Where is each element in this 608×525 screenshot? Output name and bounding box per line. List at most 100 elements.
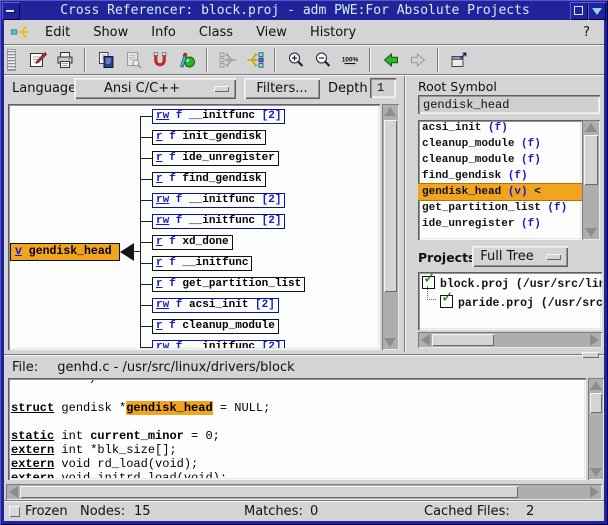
- symbol-list[interactable]: acsi_init (f)cleanup_module (f)cleanup_m…: [418, 120, 582, 240]
- menu-edit[interactable]: Edit: [36, 22, 79, 43]
- keyword: extern: [11, 457, 54, 471]
- toolbar-grip[interactable]: [7, 49, 16, 71]
- graph-vertical-scrollbar[interactable]: [382, 104, 399, 350]
- scroll-down-icon[interactable]: [590, 468, 602, 477]
- graph-node-get_partition_list[interactable]: r f get_partition_list: [152, 277, 305, 292]
- scroll-left-icon[interactable]: [9, 486, 18, 498]
- menu-class[interactable]: Class: [190, 22, 242, 43]
- symbol-list-item-find_gendisk[interactable]: find_gendisk (f): [418, 168, 582, 184]
- scroll-left-icon[interactable]: [421, 334, 430, 346]
- project-view-select[interactable]: Full Tree: [472, 246, 568, 267]
- kind-label: f: [163, 173, 183, 185]
- properties-button[interactable]: [446, 48, 471, 72]
- depth-input[interactable]: 1: [370, 78, 396, 98]
- graph-node-find_gendisk[interactable]: r f find_gendisk: [152, 172, 266, 187]
- symbol-list-vertical-scrollbar[interactable]: [582, 120, 600, 240]
- language-label: Language: [12, 81, 76, 96]
- matches-label: Matches:: [244, 504, 303, 519]
- graph-canvas[interactable]: rw f __initfunc [2] r f init_gendiskr f i…: [8, 104, 380, 350]
- code-horizontal-scrollbar-thumb[interactable]: [20, 486, 518, 498]
- zoom-in-button[interactable]: [283, 48, 308, 72]
- print-button[interactable]: [52, 48, 77, 72]
- symbol-list-item-gendisk_head[interactable]: gendisk_head (v) <: [418, 184, 582, 200]
- graph-edge: [140, 263, 152, 264]
- frozen-checkbox[interactable]: [9, 506, 20, 517]
- help-menu[interactable]: ?: [569, 22, 604, 43]
- projects-tree[interactable]: ✓ block.proj (/usr/src/lin ✓paride.proj (/…: [418, 272, 602, 330]
- check-icon: ✓: [441, 290, 454, 305]
- copy-button[interactable]: [93, 48, 118, 72]
- graph-node-__initfunc[interactable]: r f __initfunc: [152, 256, 252, 271]
- graph-root-node[interactable]: v gendisk_head: [10, 243, 120, 261]
- expand-tree-button[interactable]: [242, 48, 267, 72]
- graph-scrollbar-thumb[interactable]: [384, 120, 397, 292]
- menu-history[interactable]: History: [301, 22, 365, 43]
- colorize-button[interactable]: [174, 48, 199, 72]
- symbol-list-scrollbar-thumb[interactable]: [584, 135, 598, 185]
- minimize-button[interactable]: [2, 2, 20, 20]
- project-item-paride.proj[interactable]: ✓paride.proj (/usr/src: [440, 295, 602, 311]
- edit-button[interactable]: [25, 48, 50, 72]
- graph-node-__initfunc[interactable]: rw f __initfunc [2]: [152, 214, 285, 229]
- scroll-down-icon[interactable]: [585, 228, 597, 237]
- graph-node-xd_done[interactable]: r f xd_done: [152, 235, 233, 250]
- symbol-name: find_gendisk: [182, 173, 261, 185]
- access-label: r: [156, 278, 163, 290]
- code-line: struct gendisk *gendisk_head = NULL;: [11, 401, 583, 415]
- graph-node-__initfunc[interactable]: rw f __initfunc [2]: [152, 193, 285, 208]
- nodes-label: Nodes:: [80, 504, 125, 519]
- code-line: extern int *blk_size[];: [11, 443, 583, 457]
- symbol-list-item-cleanup_module[interactable]: cleanup_module (f): [418, 136, 582, 152]
- symbol-list-item-get_partition_list[interactable]: get_partition_list (f): [418, 200, 582, 216]
- option-menu-indicator-icon: [546, 254, 561, 260]
- code-lines: */ struct gendisk *gendisk_head = NULL; …: [11, 380, 583, 478]
- projects-horizontal-scrollbar[interactable]: [418, 332, 602, 348]
- magnet-button[interactable]: [147, 48, 172, 72]
- toolbar-separator: [84, 48, 86, 72]
- graph-node-acsi_init[interactable]: rw f acsi_init [2]: [152, 298, 279, 313]
- window-menu-button[interactable]: [588, 2, 606, 20]
- scroll-right-icon[interactable]: [590, 486, 599, 498]
- scroll-right-icon[interactable]: [590, 334, 599, 346]
- graph-node-cleanup_module[interactable]: r f cleanup_module: [152, 319, 279, 334]
- project-name: block.proj (/usr/src/lin: [440, 278, 602, 291]
- language-value: Ansi C/C++: [74, 81, 210, 96]
- graph-node-__initfunc[interactable]: rw f __initfunc [2]: [152, 109, 285, 124]
- titlebar[interactable]: Cross Referencer: block.proj - adm PWE:F…: [2, 2, 606, 20]
- symbol-kind: (f): [547, 202, 567, 214]
- scroll-up-icon[interactable]: [585, 123, 597, 132]
- maximize-button[interactable]: [570, 2, 588, 20]
- root-symbol-label: Root Symbol: [418, 79, 497, 94]
- symbol-list-item-cleanup_module[interactable]: cleanup_module (f): [418, 152, 582, 168]
- code-scrollbar-thumb[interactable]: [590, 393, 602, 413]
- back-icon: [381, 50, 401, 70]
- graph-node-__initfunc[interactable]: rw f __initfunc [2]: [152, 340, 285, 348]
- zoom-100-button[interactable]: 100%: [337, 48, 362, 72]
- symbol-list-item-ide_unregister[interactable]: ide_unregister (f): [418, 216, 582, 232]
- scroll-down-icon[interactable]: [384, 338, 396, 347]
- back-button[interactable]: [378, 48, 403, 72]
- scroll-up-icon[interactable]: [384, 107, 396, 116]
- symbol-list-item-acsi_init[interactable]: acsi_init (f): [418, 120, 582, 136]
- code-vertical-scrollbar[interactable]: [588, 378, 604, 480]
- access-label: v: [15, 245, 22, 258]
- graph-node-ide_unregister[interactable]: r f ide_unregister: [152, 151, 279, 166]
- graph-root-edge: [134, 251, 140, 252]
- language-select[interactable]: Ansi C/C++: [74, 78, 236, 99]
- graph-node-init_gendisk[interactable]: r f init_gendisk: [152, 130, 266, 145]
- menu-info[interactable]: Info: [142, 22, 185, 43]
- code-area[interactable]: */ struct gendisk *gendisk_head = NULL; …: [8, 378, 586, 480]
- symbol-name: xd_done: [182, 236, 228, 248]
- zoom-out-button[interactable]: [310, 48, 335, 72]
- filters-button[interactable]: Filters...: [244, 78, 320, 99]
- menu-view[interactable]: View: [247, 22, 296, 43]
- symbol-name: ide_unregister: [422, 218, 521, 230]
- reference-count: [2]: [255, 341, 281, 348]
- project-checkbox[interactable]: ✓: [440, 295, 453, 308]
- projects-scrollbar-thumb[interactable]: [432, 334, 494, 346]
- code-horizontal-scrollbar[interactable]: [6, 484, 602, 500]
- root-symbol-input[interactable]: gendisk_head: [418, 95, 600, 114]
- scroll-up-icon[interactable]: [590, 381, 602, 390]
- code-text: current_minor: [90, 429, 184, 443]
- menu-show[interactable]: Show: [84, 22, 137, 43]
